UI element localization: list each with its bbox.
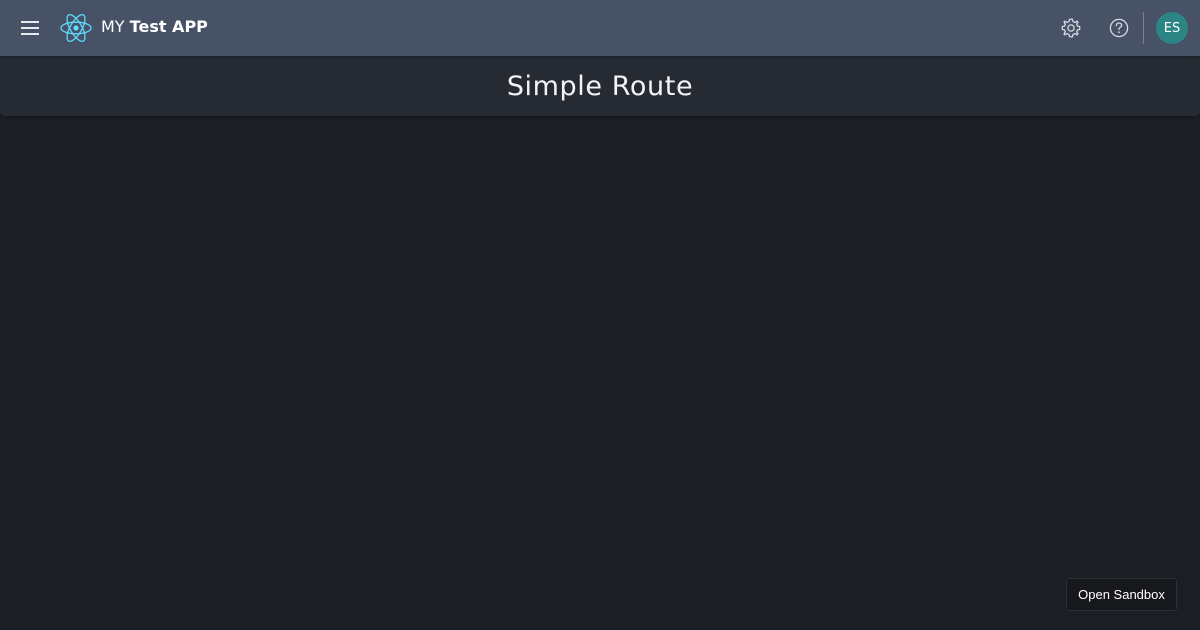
app-title-prefix: MY <box>101 17 125 36</box>
app-title[interactable]: MY Test APP <box>101 17 208 37</box>
hamburger-menu-icon <box>21 21 39 35</box>
user-avatar[interactable]: ES <box>1156 12 1188 44</box>
app-title-main: Test APP <box>129 17 208 36</box>
avatar-initials: ES <box>1163 20 1181 36</box>
gear-icon <box>1061 18 1081 38</box>
open-sandbox-label: Open Sandbox <box>1078 587 1165 602</box>
top-app-bar: MY Test APP ES <box>0 0 1200 56</box>
open-sandbox-button[interactable]: Open Sandbox <box>1066 578 1177 611</box>
menu-button[interactable] <box>12 10 48 46</box>
settings-button[interactable] <box>1055 12 1087 44</box>
header-divider <box>1143 12 1144 44</box>
react-logo-icon[interactable] <box>60 12 92 44</box>
page-header: Simple Route <box>0 56 1200 116</box>
help-circle-icon <box>1109 18 1129 38</box>
help-button[interactable] <box>1103 12 1135 44</box>
page-title: Simple Route <box>506 70 694 102</box>
